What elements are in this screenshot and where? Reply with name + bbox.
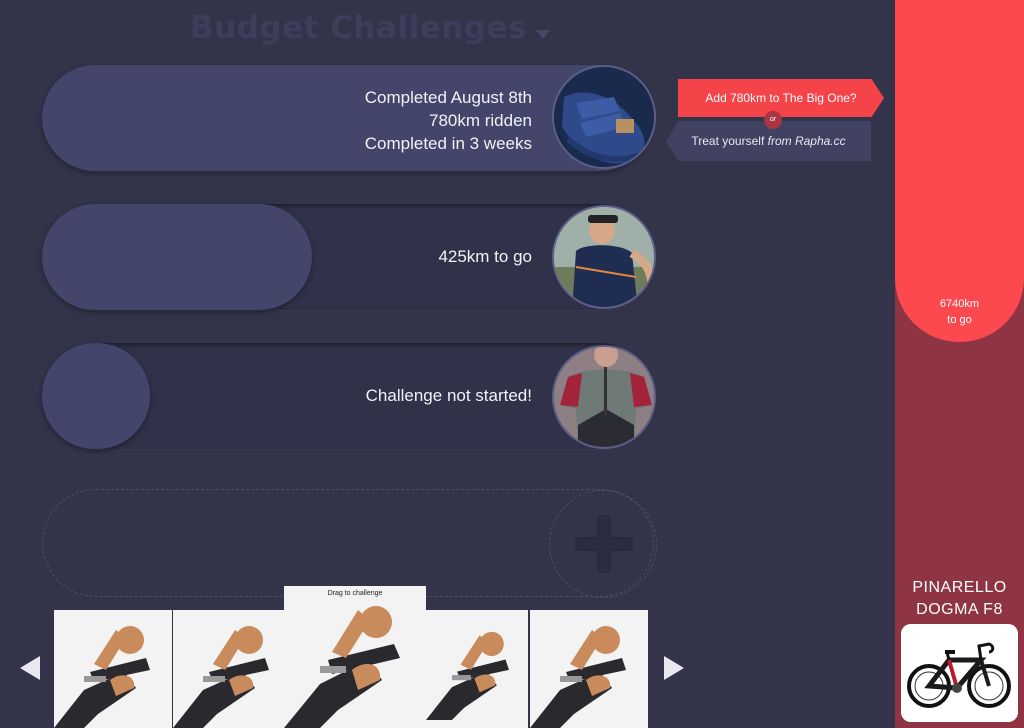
goal-name: PINARELLO DOGMA F8: [895, 577, 1024, 621]
treat-source: from Rapha.cc: [767, 134, 846, 148]
carousel-item[interactable]: [54, 610, 172, 728]
carousel-item[interactable]: [426, 610, 528, 728]
chevron-down-icon[interactable]: [536, 30, 550, 39]
completed-date: Completed August 8th: [364, 88, 532, 107]
arrow-left-icon[interactable]: [20, 656, 40, 680]
goal-name-line2: DOGMA F8: [916, 601, 1003, 618]
plus-icon[interactable]: [574, 514, 634, 574]
challenge-status: Challenge not started!: [365, 386, 532, 405]
carousel-item[interactable]: [530, 610, 648, 728]
add-to-goal-button[interactable]: Add 780km to The Big One?: [678, 79, 884, 117]
treat-label: Treat yourself: [691, 134, 768, 148]
goal-bike-image[interactable]: [901, 624, 1018, 722]
carousel-item-selected[interactable]: [284, 586, 426, 728]
distance-ridden: 780km ridden: [428, 111, 532, 130]
challenge-progress-fill: [42, 343, 150, 449]
drag-hint: Drag to challenge: [327, 590, 383, 597]
challenge-reward-image-jersey-back[interactable]: [552, 345, 656, 449]
challenge-reward-image-jersey[interactable]: [552, 205, 656, 309]
goal-remaining-suffix: to go: [947, 314, 972, 326]
or-separator: or: [764, 111, 782, 129]
carousel-item[interactable]: [173, 610, 291, 728]
challenge-summary: Completed August 8th 780km ridden Comple…: [365, 86, 532, 155]
goal-remaining-value: 6740km: [939, 298, 980, 310]
challenge-reward-image-shoe[interactable]: [552, 65, 656, 169]
page-title: Budget Challenges: [190, 10, 527, 46]
distance-remaining: 425km to go: [438, 247, 532, 266]
goal-name-line1: PINARELLO: [912, 579, 1007, 596]
completion-time: Completed in 3 weeks: [364, 134, 532, 153]
challenge-progress-fill: [42, 204, 312, 310]
goal-remaining: 6740km to go: [895, 296, 1024, 328]
arrow-right-icon[interactable]: [664, 656, 684, 680]
goal-progress-fill: [895, 0, 1024, 342]
